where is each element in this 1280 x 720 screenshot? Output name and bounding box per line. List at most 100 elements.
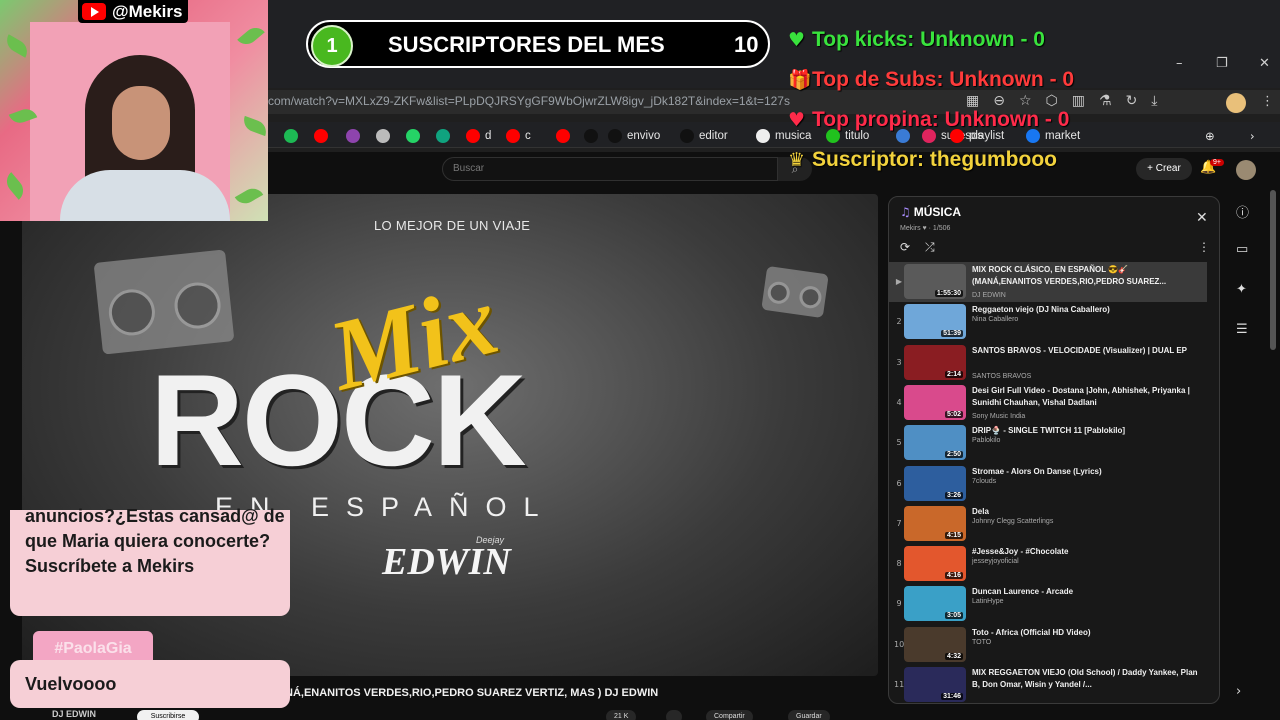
boombox-small-image [761, 265, 829, 319]
stream-stat-text: Top kicks: Unknown - 0 [812, 28, 1045, 51]
globe-icon[interactable]: ⊕ [1205, 128, 1215, 144]
bookmark-item[interactable] [346, 128, 365, 144]
sparkle-icon[interactable]: ✦ [1236, 282, 1247, 297]
youtube-logo-icon [82, 3, 106, 20]
playlist-thumbnail: 4:16 [904, 546, 966, 581]
playlist-item-channel: Pablokilo [972, 437, 1001, 444]
save-button[interactable]: Guardar [788, 710, 830, 720]
playlist-item-channel: 7clouds [972, 478, 997, 485]
playlist-item[interactable]: 10 4:32 Toto - Africa (Official HD Video) T… [889, 625, 1207, 665]
restore-icon[interactable]: ❐ [1216, 56, 1228, 71]
video-art-subtitle: LO MEJOR DE UN VIAJE [374, 218, 531, 233]
bookmark-label: d [485, 130, 492, 142]
create-button[interactable]: + Crear [1136, 158, 1192, 180]
bookmark-item[interactable] [376, 128, 395, 144]
playlist-index: 9 [896, 599, 902, 608]
gift-icon: 🎁 [788, 69, 812, 91]
channel-handle: @Mekirs [112, 1, 183, 21]
playlist-item-title: #Jesse&Joy - #Chocolate [972, 547, 1069, 556]
playlist-meta: Mekirs ♥ · 1/506 [900, 225, 951, 232]
zoom-icon[interactable]: ⊖ [993, 93, 1005, 109]
bookmark-favicon-icon [556, 129, 570, 143]
bookmark-item[interactable] [314, 128, 333, 144]
channel-name[interactable]: DJ EDWIN [52, 709, 96, 719]
info-icon[interactable]: ⓘ [1236, 202, 1249, 221]
playlist-index: 5 [896, 438, 902, 447]
close-icon[interactable]: ✕ [1196, 210, 1208, 226]
video-duration: 4:15 [944, 532, 963, 539]
crown-icon: ♛ [788, 149, 806, 171]
playlist-item[interactable]: 7 4:15 Dela Johnny Clegg Scatterlings [889, 504, 1207, 544]
avatar[interactable] [1236, 160, 1256, 180]
video-duration: 3:26 [944, 492, 963, 499]
bookmark-item[interactable]: editor [680, 128, 728, 144]
star-icon[interactable]: ☆ [1019, 93, 1032, 109]
profile-avatar[interactable] [1226, 93, 1246, 113]
list-icon[interactable]: ☰ [1236, 322, 1248, 337]
playlist-item[interactable]: ▶ 1:55:30 MIX ROCK CLÁSICO, EN ESPAÑOL 😎🎸 … [889, 262, 1207, 302]
bookmark-favicon-icon [466, 129, 480, 143]
playlist-item[interactable]: 8 4:16 #Jesse&Joy - #Chocolate jesseyjoyofi… [889, 544, 1207, 584]
playlist-thumbnail: 3:05 [904, 586, 966, 621]
subscribe-button[interactable]: Suscribirse [137, 710, 199, 720]
close-window-icon[interactable]: ✕ [1259, 56, 1270, 71]
playlist-item[interactable]: 9 3:05 Duncan Laurence - Arcade LatinHype [889, 584, 1207, 624]
goal-target: 10 [734, 32, 759, 57]
bookmark-item[interactable]: c [506, 128, 531, 144]
bookmark-favicon-icon [346, 129, 360, 143]
download-icon[interactable]: ⤓ [1151, 93, 1157, 109]
bookmark-favicon-icon [506, 129, 520, 143]
bookmark-item[interactable] [584, 128, 603, 144]
video-duration: 4:16 [944, 572, 963, 579]
scrollbar[interactable] [1270, 190, 1276, 350]
search-placeholder: Buscar [453, 163, 485, 174]
url-text[interactable]: com/watch?v=MXLxZ9-ZKFw&list=PLpDQJRSYgG… [268, 94, 790, 108]
playlist-item[interactable]: 5 2:50 DRIP🍨 - SINGLE TWITCH 11 [Pablokilo… [889, 423, 1207, 463]
playlist-item[interactable]: 11 31:46 MIX REGGAETON VIEJO (Old School) … [889, 665, 1207, 705]
chat-message-text: Vuelvoooo [25, 674, 117, 694]
menu-icon[interactable]: ⋮ [1261, 94, 1274, 109]
playlist-item[interactable]: 3 2:14 SANTOS BRAVOS - VELOCIDADE (Visuali… [889, 343, 1207, 383]
video-duration: 31:46 [941, 693, 963, 700]
bookmark-label: c [525, 130, 531, 142]
bookmark-item[interactable]: envivo [608, 128, 660, 144]
bookmark-item[interactable] [556, 128, 575, 144]
bookmark-favicon-icon [680, 129, 694, 143]
chat-icon[interactable]: ▭ [1236, 242, 1248, 257]
bookmark-item[interactable] [436, 128, 455, 144]
goal-label: SUSCRIPTORES DEL MES [388, 32, 665, 57]
extensions-icon[interactable]: ⬡ [1046, 93, 1058, 109]
playlist-index: 3 [896, 358, 902, 367]
chat-promo-text: anuncios?¿Estas cansad@ de que Maria qui… [25, 506, 285, 576]
loop-icon[interactable]: ⟳ [900, 240, 910, 254]
history-icon[interactable]: ↻ [1126, 93, 1138, 109]
video-duration: 1:55:30 [934, 290, 963, 297]
playlist-index: ▶ [895, 277, 903, 286]
apps-icon[interactable]: ▦ [966, 93, 979, 109]
bookmark-item[interactable] [284, 128, 303, 144]
video-art-edwin: EDWIN [382, 541, 511, 583]
bookmarks-more-icon[interactable]: › [1250, 128, 1255, 144]
playlist-item[interactable]: 6 3:26 Stromae - Alors On Danse (Lyrics) 7c… [889, 464, 1207, 504]
bookmark-item[interactable] [406, 128, 425, 144]
playlist-item[interactable]: 2 51:39 Reggaeton viejo (DJ Nina Caballero… [889, 302, 1207, 342]
playlist-item-title: MIX REGGAETON VIEJO (Old School) / Daddy… [972, 668, 1198, 689]
like-button[interactable]: 21 K [606, 710, 637, 720]
split-view-icon[interactable]: ▥ [1072, 93, 1085, 109]
playlist-more-icon[interactable]: ⋮ [1198, 240, 1210, 254]
dislike-button[interactable] [666, 710, 682, 720]
chevron-right-icon[interactable]: › [1236, 684, 1241, 699]
bookmark-favicon-icon [314, 129, 328, 143]
playlist-item-channel: Sony Music India [972, 413, 1026, 420]
notification-badge: 9+ [1210, 159, 1224, 166]
playlist-item-channel: DJ EDWIN [972, 292, 1006, 299]
labs-icon[interactable]: ⚗ [1099, 93, 1112, 109]
search-input[interactable]: Buscar [442, 157, 778, 181]
share-button[interactable]: Compartir [706, 710, 753, 720]
shuffle-icon[interactable]: ⤮ [925, 240, 935, 255]
playlist-item-title: Desi Girl Full Video - Dostana |John, Ab… [972, 386, 1190, 407]
playlist-item[interactable]: 4 5:02 Desi Girl Full Video - Dostana |Joh… [889, 383, 1207, 423]
bookmark-item[interactable]: d [466, 128, 491, 144]
playlist-title[interactable]: ♫ MÚSICA [900, 205, 961, 219]
minimize-icon[interactable]: – [1176, 56, 1183, 71]
